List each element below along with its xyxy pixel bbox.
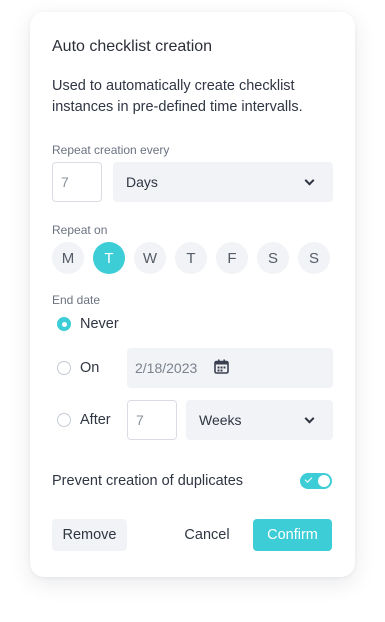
end-never-radio[interactable] — [57, 317, 71, 331]
dialog-description: Used to automatically create checklist i… — [52, 78, 303, 115]
end-never-option[interactable]: Never — [57, 316, 119, 332]
end-after-radio[interactable] — [57, 413, 71, 427]
weekday-tuesday[interactable]: T — [93, 242, 125, 274]
weekday-monday[interactable]: M — [52, 242, 84, 274]
calendar-icon[interactable] — [214, 359, 229, 377]
end-date-label: End date — [52, 293, 101, 307]
end-never-label: Never — [80, 316, 119, 332]
repeat-unit-value: Days — [126, 174, 158, 190]
end-date-value: 2/18/2023 — [135, 360, 198, 376]
check-icon — [304, 475, 313, 483]
chevron-down-icon — [304, 413, 315, 424]
repeat-interval-input[interactable]: 7 — [52, 162, 102, 202]
auto-checklist-dialog: Auto checklist creation Used to automati… — [30, 12, 355, 577]
prevent-duplicates-toggle[interactable] — [300, 473, 332, 489]
remove-button[interactable]: Remove — [52, 519, 127, 551]
end-after-count-value: 7 — [136, 412, 144, 428]
weekday-friday[interactable]: F — [216, 242, 248, 274]
end-after-unit-select[interactable]: Weeks — [186, 400, 333, 440]
confirm-button[interactable]: Confirm — [253, 519, 332, 551]
weekday-wednesday[interactable]: W — [134, 242, 166, 274]
repeat-interval-value: 7 — [61, 174, 69, 190]
end-on-radio[interactable] — [57, 361, 71, 375]
toggle-knob — [318, 475, 330, 487]
repeat-unit-select[interactable]: Days — [113, 162, 333, 202]
weekday-selector: M T W T F S S — [52, 242, 330, 274]
prevent-duplicates-label: Prevent creation of duplicates — [52, 473, 244, 489]
end-after-option[interactable]: After — [57, 412, 111, 428]
cancel-button[interactable]: Cancel — [176, 519, 238, 551]
end-on-option[interactable]: On — [57, 360, 99, 376]
weekday-sunday[interactable]: S — [298, 242, 330, 274]
end-date-input[interactable]: 2/18/2023 — [127, 348, 333, 388]
end-after-label: After — [80, 412, 111, 428]
end-after-count-input[interactable]: 7 — [127, 400, 177, 440]
dialog-title: Auto checklist creation — [52, 38, 213, 55]
weekday-thursday[interactable]: T — [175, 242, 207, 274]
weekday-saturday[interactable]: S — [257, 242, 289, 274]
end-on-label: On — [80, 360, 100, 376]
chevron-down-icon — [304, 175, 315, 186]
end-after-unit-value: Weeks — [199, 412, 242, 428]
repeat-on-label: Repeat on — [52, 223, 108, 237]
repeat-every-label: Repeat creation every — [52, 143, 170, 157]
